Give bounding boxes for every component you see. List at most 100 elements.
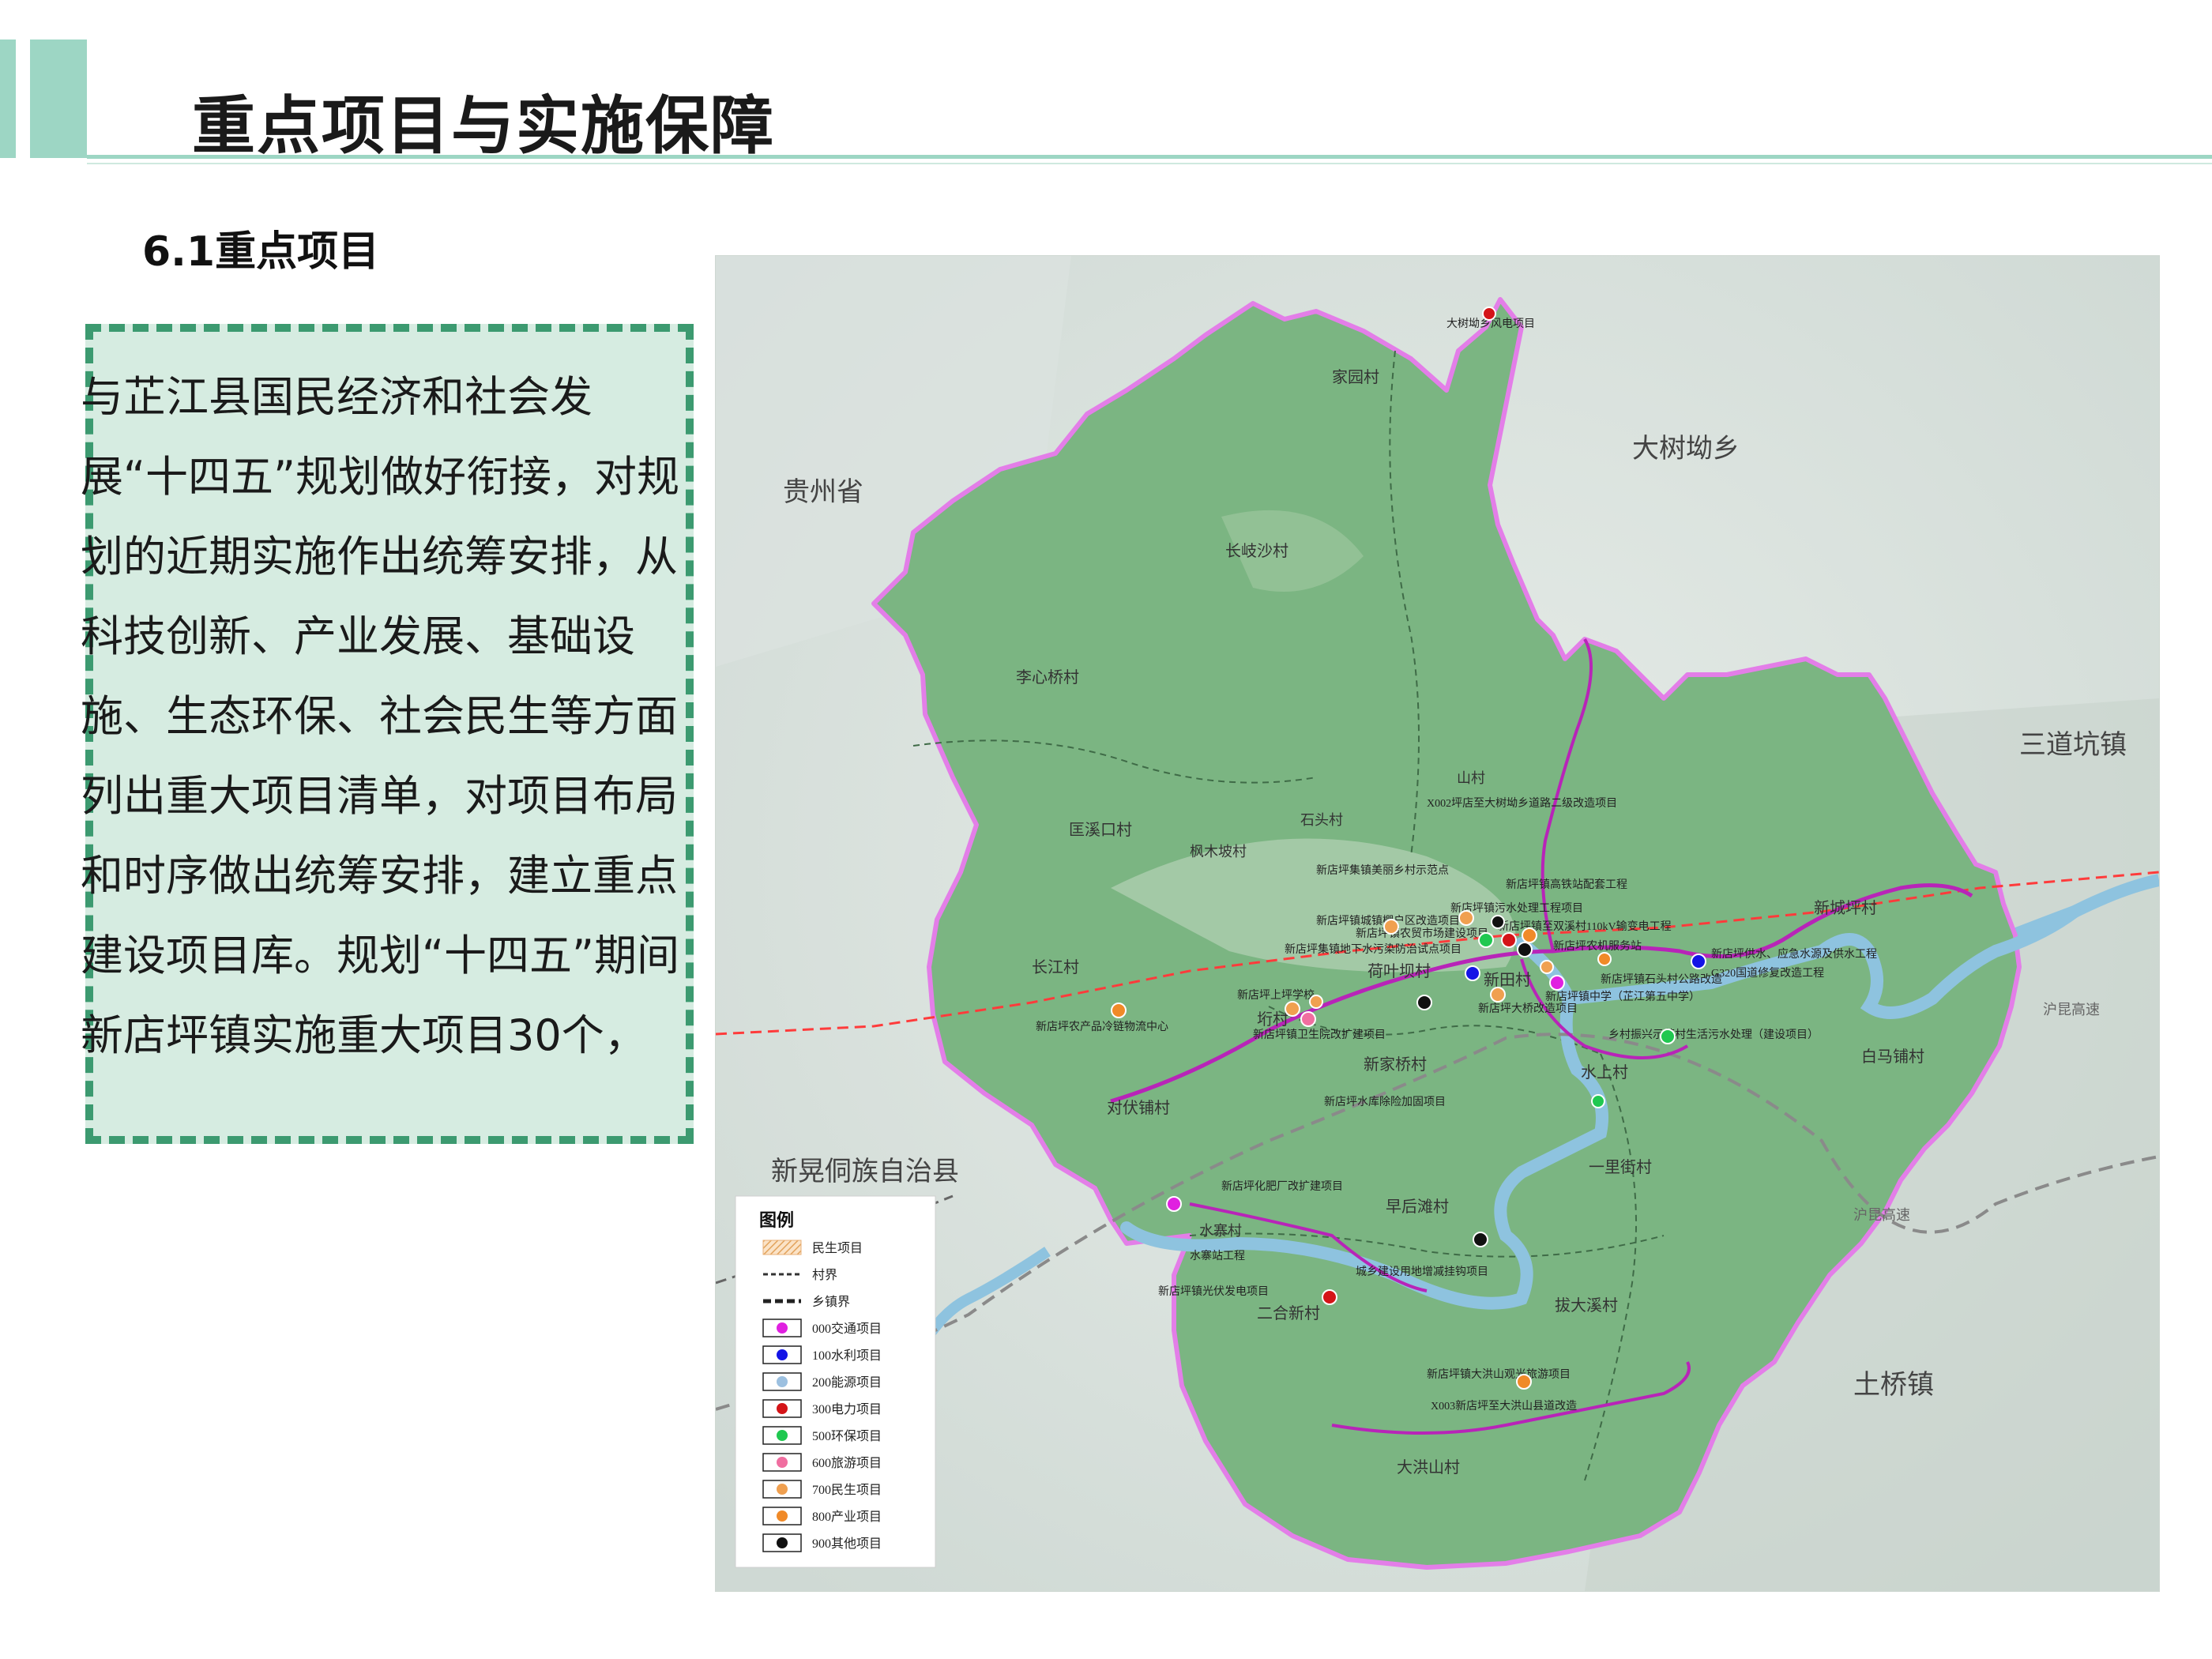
industry-project-marker — [1597, 952, 1612, 966]
region-label: 土桥镇 — [1853, 1370, 1934, 1400]
project-label: 乡村振兴示范村生活污水处理（建设项目） — [1608, 1028, 1819, 1041]
project-label: 新店坪集镇地下水污染防治试点项目 — [1285, 942, 1462, 956]
legend-swatch-dot — [777, 1510, 788, 1522]
power-project-marker — [1482, 307, 1496, 321]
legend-swatch-dot — [777, 1457, 788, 1468]
legend: 图例 民生项目村界乡镇界 000交通项目 100水利项目 200能源项目 300电力项目… — [735, 1195, 936, 1568]
legend-item-label: 700民生项目 — [812, 1483, 882, 1497]
project-label: 新店坪上坪学校 — [1237, 988, 1315, 1002]
legend-swatch-dot — [777, 1322, 788, 1334]
village-label: 早后滩村 — [1386, 1198, 1449, 1216]
legend-item: 600旅游项目 — [762, 1453, 882, 1472]
project-label: G320国道修复改造工程 — [1711, 966, 1824, 980]
legend-item-label: 200能源项目 — [812, 1375, 882, 1390]
legend-item: 700民生项目 — [762, 1480, 882, 1499]
village-label: 荷叶坝村 — [1367, 962, 1431, 980]
legend-item-label: 900其他项目 — [812, 1537, 882, 1551]
project-label: 新店坪农机服务站 — [1553, 940, 1642, 953]
livelihood-project-marker — [1458, 910, 1474, 926]
village-label: 李心桥村 — [1016, 668, 1079, 687]
tourism-project-marker — [1300, 1011, 1316, 1027]
village-label: 拔大溪村 — [1555, 1296, 1618, 1315]
village-label: 水寨村 — [1199, 1223, 1242, 1239]
livelihood-project-marker — [1490, 987, 1506, 1003]
legend-swatch-dot — [777, 1484, 788, 1495]
highway-label: 沪昆高速 — [2043, 1002, 2100, 1018]
village-label: 水上村 — [1581, 1063, 1628, 1082]
project-label: 新店坪镇卫生院改扩建项目 — [1253, 1029, 1386, 1041]
legend-item-label: 600旅游项目 — [812, 1456, 882, 1470]
project-label: 新店坪镇农贸市场建设项目 — [1356, 927, 1488, 940]
legend-item-label: 民生项目 — [812, 1241, 863, 1255]
project-label: 新店坪集镇美丽乡村示范点 — [1316, 863, 1449, 877]
project-label: 新店坪大桥改造项目 — [1478, 1003, 1578, 1015]
legend-item-label: 000交通项目 — [812, 1322, 882, 1336]
village-label: 新家桥村 — [1364, 1055, 1427, 1074]
village-label: 白马铺村 — [1861, 1048, 1924, 1066]
power-project-marker — [1501, 932, 1517, 948]
village-label: 石头村 — [1300, 812, 1343, 828]
legend-item: 200能源项目 — [762, 1372, 882, 1391]
legend-title: 图例 — [759, 1210, 794, 1230]
other-project-marker — [1416, 995, 1432, 1010]
livelihood-project-marker — [1285, 1001, 1300, 1017]
legend-swatch-dot — [777, 1537, 788, 1548]
village-label: 长岐沙村 — [1225, 542, 1288, 560]
other-project-marker — [1517, 942, 1533, 957]
industry-project-marker — [1522, 927, 1537, 943]
legend-item-label: 村界 — [812, 1268, 837, 1282]
village-label: 山村 — [1457, 770, 1485, 786]
village-label: 大洪山村 — [1397, 1458, 1460, 1477]
village-label: 垳村 — [1257, 1010, 1288, 1029]
legend-item: 300电力项目 — [762, 1399, 882, 1418]
village-label: 二合新村 — [1257, 1304, 1320, 1322]
project-label: 新店坪水库除险加固项目 — [1324, 1096, 1446, 1108]
environment-project-marker — [1591, 1094, 1605, 1108]
village-label: 对伏铺村 — [1107, 1099, 1170, 1117]
water-project-marker — [1465, 965, 1480, 981]
legend-item: 100水利项目 — [762, 1345, 882, 1364]
legend-item: 500环保项目 — [762, 1426, 882, 1445]
environment-project-marker — [1478, 932, 1494, 948]
power-project-marker — [1322, 1289, 1337, 1305]
village-label: 家园村 — [1332, 368, 1379, 386]
village-label: 枫木坡村 — [1190, 844, 1247, 860]
region-label: 新晃侗族自治县 — [771, 1157, 959, 1187]
project-map: 贵州省 大树坳乡 三道坑镇 新晃侗族自治县 土桥镇 家园村 长岐沙村 李心桥村 … — [715, 255, 2160, 1592]
page-title: 重点项目与实施保障 — [192, 89, 775, 163]
legend-item-label: 800产业项目 — [812, 1510, 882, 1524]
village-label: 新田村 — [1484, 971, 1531, 989]
project-label: 新店坪化肥厂改扩建项目 — [1221, 1180, 1343, 1193]
project-label: 新店坪镇石头村公路改造 — [1601, 973, 1722, 986]
region-label: 三道坑镇 — [2019, 730, 2127, 760]
livelihood-project-marker — [1309, 995, 1323, 1009]
livelihood-project-marker — [1540, 960, 1554, 974]
village-label: 长江村 — [1032, 958, 1079, 976]
project-label: 新店坪镇高铁站配套工程 — [1506, 878, 1627, 891]
legend-item: 800产业项目 — [762, 1507, 882, 1525]
legend-item: 民生项目 — [762, 1240, 863, 1255]
highway-label: 沪昆高速 — [1853, 1207, 1910, 1223]
header-accent-block — [30, 40, 87, 158]
legend-swatch-dot — [777, 1349, 788, 1360]
transport-project-marker — [1166, 1196, 1182, 1212]
project-label: 新店坪农产品冷链物流中心 — [1036, 1021, 1168, 1033]
project-label: 新店坪镇光伏发电项目 — [1158, 1285, 1269, 1298]
other-project-marker — [1473, 1232, 1488, 1247]
livelihood-project-marker — [1383, 919, 1399, 935]
legend-item: 900其他项目 — [762, 1533, 882, 1552]
water-project-marker — [1691, 954, 1706, 969]
legend-swatch-dot — [777, 1376, 788, 1387]
village-label: 新城坪村 — [1814, 899, 1877, 917]
other-project-marker — [1491, 915, 1505, 929]
project-label: 城乡建设用地增减挂钩项目 — [1356, 1266, 1488, 1278]
legend-swatch-dot — [777, 1403, 788, 1414]
environment-project-marker — [1660, 1029, 1676, 1044]
region-label: 大树坳乡 — [1632, 434, 1740, 464]
region-label: 贵州省 — [783, 477, 863, 507]
legend-item: 000交通项目 — [762, 1319, 882, 1337]
legend-item-label: 乡镇界 — [812, 1295, 850, 1309]
industry-project-marker — [1516, 1374, 1532, 1390]
legend-item-label: 500环保项目 — [812, 1429, 882, 1443]
project-label: 新店坪供水、应急水源及供水工程 — [1711, 947, 1877, 961]
